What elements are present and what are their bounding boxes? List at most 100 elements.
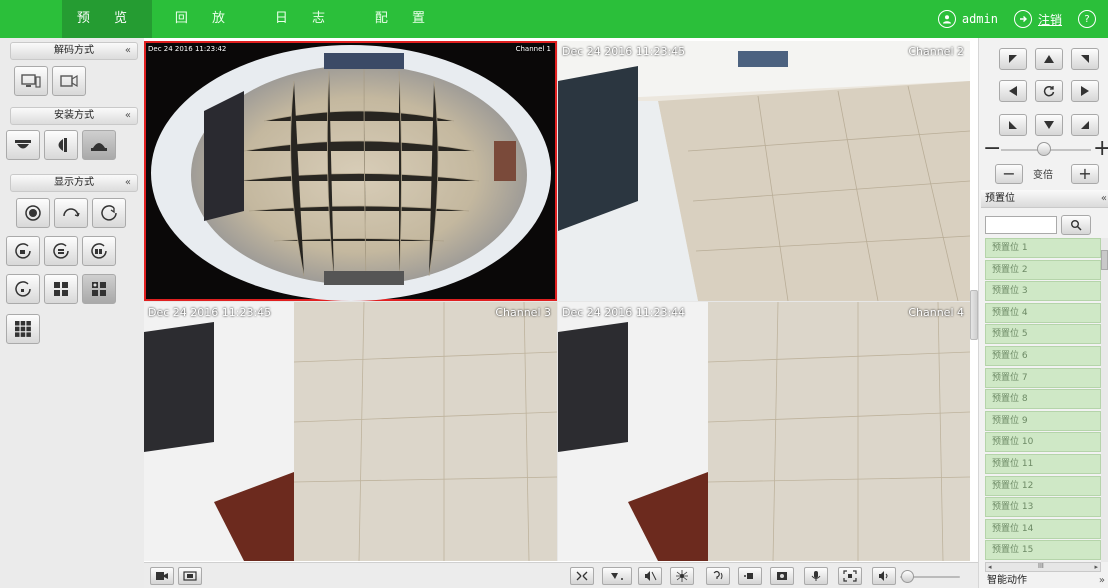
zoom-in-button[interactable]: + [1071,164,1099,184]
scrollbar-thumb[interactable] [1101,250,1108,270]
stream-icon [611,573,623,580]
display-panorama-360-button[interactable] [92,198,126,228]
ptz-up-button[interactable] [1035,48,1063,70]
preset-item[interactable]: 预置位 13 [985,497,1101,518]
install-desktop-button[interactable] [82,130,116,160]
ptz-view-4-icon [15,281,31,297]
zoom-out-button[interactable]: − [995,164,1023,184]
arrow-up-left-icon [1009,55,1017,63]
help-button[interactable]: ? [1078,10,1096,28]
hscroll-thumb[interactable]: III [1038,563,1044,570]
preset-item[interactable]: 预置位 7 [985,367,1101,388]
collapse-icon[interactable]: « [1101,190,1107,208]
scroll-left-icon[interactable]: ◂ [988,563,992,571]
user-menu[interactable]: admin [937,10,998,28]
collapse-icon[interactable]: « [125,175,131,191]
display-ptz-1-button[interactable] [6,236,40,266]
display-quad-button[interactable] [44,274,78,304]
stop-all-preview-button[interactable] [178,567,202,585]
collapse-icon[interactable]: « [125,43,131,59]
display-fisheye-quad-button[interactable] [82,274,116,304]
audio-toggle-button[interactable] [638,567,662,585]
search-icon [1071,220,1082,231]
display-nine-grid-button[interactable] [6,314,40,344]
display-mode-header[interactable]: 显示方式 « [10,174,138,192]
tab-config[interactable]: 配 置 [370,0,440,38]
arrow-right-icon [1081,86,1089,96]
stream-select-button[interactable] [602,567,632,585]
tab-preview[interactable]: 预 览 [62,0,152,38]
preset-panel-header[interactable]: 预置位 « [981,190,1108,208]
ptz-up-right-button[interactable] [1071,48,1099,70]
ptz-auto-scan-button[interactable] [1035,80,1063,102]
light-toggle-button[interactable] [670,567,694,585]
install-ceiling-button[interactable] [6,130,40,160]
ptz-speed-slider-knob[interactable] [1037,142,1051,156]
preset-list-scrollbar[interactable] [1101,238,1108,562]
display-ptz-3-button[interactable] [82,236,116,266]
video-pane-4[interactable]: Dec 24 2016 11:23:44 Channel 4 [558,302,970,561]
preset-item[interactable]: 预置位 3 [985,281,1101,302]
snapshot-button[interactable] [770,567,794,585]
decode-camera-button[interactable] [52,66,86,96]
preset-item[interactable]: 预置位 8 [985,389,1101,410]
scroll-right-icon[interactable]: ▸ [1094,563,1098,571]
preset-item[interactable]: 预置位 1 [985,238,1101,258]
preset-item[interactable]: 预置位 14 [985,518,1101,539]
preset-item[interactable]: 预置位 10 [985,432,1101,453]
arrow-left-icon [1009,86,1017,96]
video-pane-3[interactable]: Dec 24 2016 11:23:45 Channel 3 [144,302,557,561]
preset-item[interactable]: 预置位 9 [985,410,1101,431]
smart-action-header[interactable]: 智能动作 » [981,574,1108,588]
full-screen-button[interactable] [838,567,862,585]
ptz-right-button[interactable] [1071,80,1099,102]
preset-search-button[interactable] [1061,215,1091,235]
video-pane-2[interactable]: Dec 24 2016 11:23:45 Channel 2 [558,41,970,301]
display-panorama-180-button[interactable] [54,198,88,228]
preset-item[interactable]: 预置位 11 [985,453,1101,474]
talk-button[interactable] [706,567,730,585]
display-mode-title: 显示方式 [54,177,94,188]
logout-button[interactable]: 注销 [1013,10,1062,28]
panel-splitter-handle[interactable] [970,290,978,340]
display-ptz-4-button[interactable] [6,274,40,304]
install-mode-header[interactable]: 安装方式 « [10,107,138,125]
volume-button[interactable] [872,567,896,585]
preset-item[interactable]: 预置位 12 [985,475,1101,496]
display-fisheye-button[interactable] [16,198,50,228]
preset-item[interactable]: 预置位 6 [985,345,1101,366]
ptz-down-right-button[interactable] [1071,114,1099,136]
start-all-preview-button[interactable] [150,567,174,585]
install-wall-button[interactable] [44,130,78,160]
decode-client-button[interactable] [14,66,48,96]
speed-decrease-icon[interactable]: − [983,138,1001,160]
preset-item[interactable]: 预置位 5 [985,324,1101,345]
tab-playback[interactable]: 回 放 [170,0,240,38]
pane-channel-label: Channel 1 [515,45,551,53]
install-mode-title: 安装方式 [54,110,94,121]
collapse-icon[interactable]: « [125,108,131,124]
ptz-up-left-button[interactable] [999,48,1027,70]
decode-mode-header[interactable]: 解码方式 « [10,42,138,60]
preset-item[interactable]: 预置位 15 [985,540,1101,561]
preset-item[interactable]: 预置位 2 [985,259,1101,280]
fisheye-icon [25,205,41,221]
ptz-down-button[interactable] [1035,114,1063,136]
ptz-down-left-button[interactable] [999,114,1027,136]
expand-icon[interactable]: » [1099,574,1105,588]
tab-log[interactable]: 日 志 [270,0,340,38]
ptz-left-button[interactable] [999,80,1027,102]
preset-search-input[interactable] [985,216,1057,234]
preset-item[interactable]: 预置位 4 [985,302,1101,323]
logout-label: 注销 [1037,12,1062,27]
speed-increase-icon[interactable]: + [1093,138,1108,160]
display-ptz-2-button[interactable] [44,236,78,266]
volume-slider-knob[interactable] [901,570,914,583]
volume-icon [879,571,888,581]
preset-list-hscrollbar[interactable]: ◂ III ▸ [985,562,1101,572]
layout-toggle-button[interactable] [570,567,594,585]
video-pane-1[interactable]: Dec 24 2016 11:23:42 Channel 1 [144,41,557,301]
record-clip-icon [744,573,753,579]
digital-zoom-button[interactable] [804,567,828,585]
record-button[interactable] [738,567,762,585]
